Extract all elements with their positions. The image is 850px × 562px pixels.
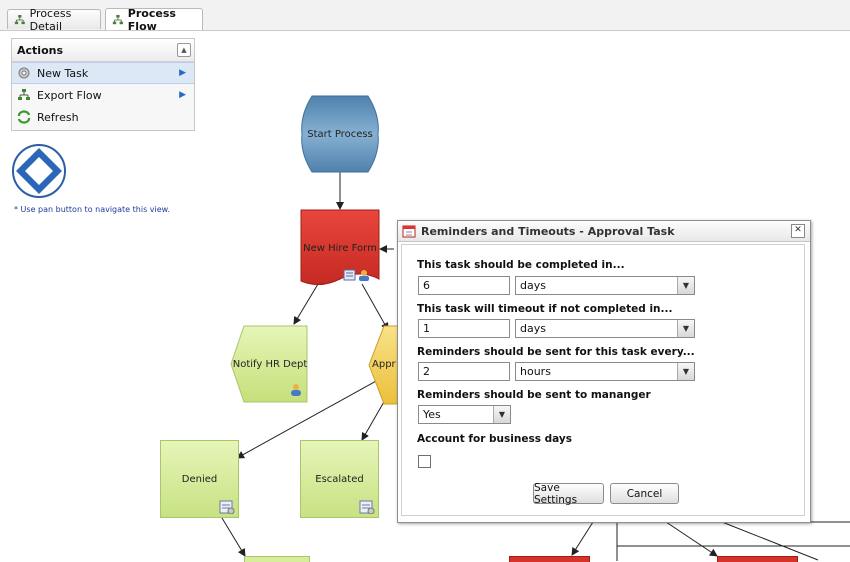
close-icon[interactable]: ✕ [791, 224, 805, 238]
form-icon [359, 500, 375, 514]
reminder-value-input[interactable]: 2 [418, 362, 510, 381]
user-icon [291, 384, 301, 396]
complete-label: This task should be completed in... [417, 259, 625, 271]
partial-red-node[interactable] [717, 556, 798, 562]
reminder-unit-select[interactable]: hours ▼ [515, 362, 695, 381]
notify-hr-label: Notify HR Dept [232, 358, 308, 370]
manager-select[interactable]: Yes ▼ [418, 405, 511, 424]
complete-unit-select[interactable]: days ▼ [515, 276, 695, 295]
cancel-button[interactable]: Cancel [610, 483, 679, 504]
select-value: hours [520, 365, 551, 378]
select-value: days [520, 279, 546, 292]
select-value: days [520, 322, 546, 335]
timeout-label: This task will timeout if not completed … [417, 303, 673, 315]
business-days-label: Account for business days [417, 433, 572, 445]
start-process-label: Start Process [307, 128, 373, 140]
partial-red-node[interactable] [509, 556, 590, 562]
complete-value-input[interactable]: 6 [418, 276, 510, 295]
dialog-title: Reminders and Timeouts - Approval Task [421, 224, 675, 238]
chevron-down-icon: ▼ [677, 363, 694, 380]
partial-task-node[interactable] [244, 556, 310, 562]
save-settings-button[interactable]: Save Settings [533, 482, 604, 506]
timeout-unit-select[interactable]: days ▼ [515, 319, 695, 338]
reminders-dialog: Reminders and Timeouts - Approval Task ✕… [397, 220, 811, 523]
timeout-value-input[interactable]: 1 [418, 319, 510, 338]
reminder-label: Reminders should be sent for this task e… [417, 346, 695, 358]
escalated-label: Escalated [315, 473, 364, 485]
select-value: Yes [423, 408, 441, 421]
form-icon [219, 500, 235, 514]
manager-label: Reminders should be sent to mananger [417, 389, 651, 401]
chevron-down-icon: ▼ [677, 320, 694, 337]
chevron-down-icon: ▼ [493, 406, 510, 423]
denied-label: Denied [181, 473, 218, 485]
form-user-icon [343, 269, 369, 281]
dialog-title-bar[interactable]: Reminders and Timeouts - Approval Task [398, 221, 810, 242]
approval-label: Appr [372, 358, 396, 370]
business-days-checkbox[interactable] [418, 455, 431, 468]
dialog-body: This task should be completed in... 6 da… [401, 244, 805, 516]
calendar-icon [402, 225, 416, 238]
chevron-down-icon: ▼ [677, 277, 694, 294]
new-hire-form-label: New Hire Form [303, 242, 377, 254]
